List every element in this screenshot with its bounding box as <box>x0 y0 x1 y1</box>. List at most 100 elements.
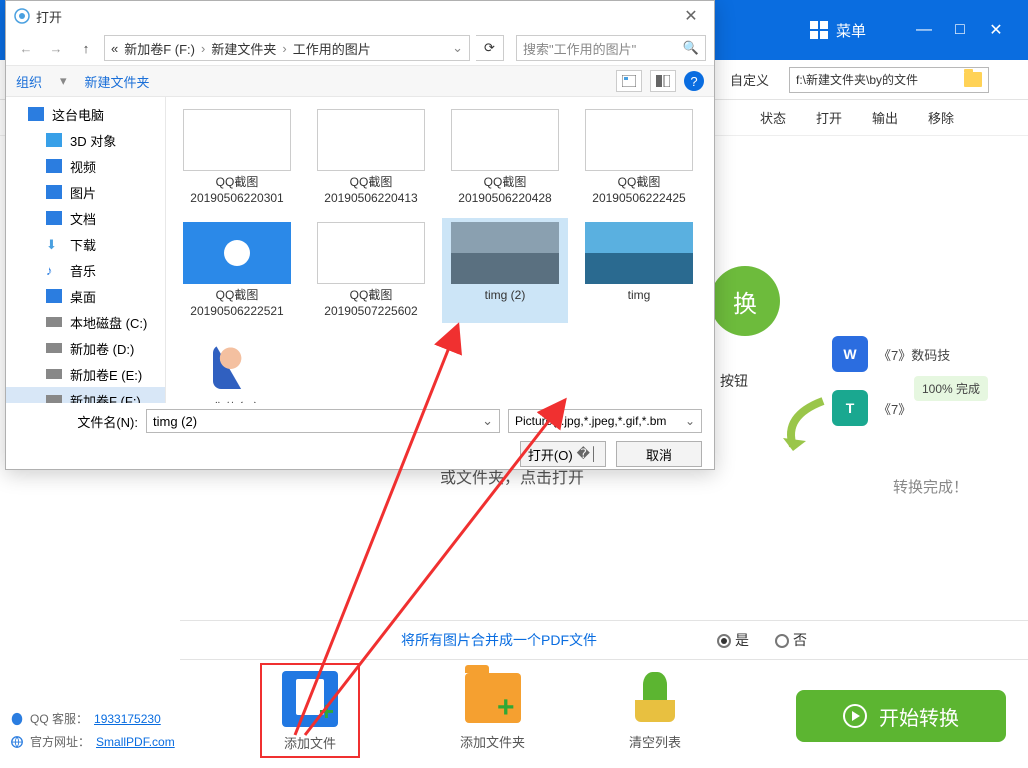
preview-pane-button[interactable] <box>650 70 676 92</box>
file-item[interactable]: QQ截图20190507225602 <box>308 218 434 323</box>
broom-icon <box>627 670 683 726</box>
tree-item[interactable]: 新加卷F (F:) <box>6 387 165 403</box>
music-icon: ♪ <box>46 263 62 277</box>
nav-up-button[interactable]: ↑ <box>74 36 98 60</box>
doc-icon <box>46 211 62 225</box>
file-label: QQ截图20190506220413 <box>310 175 432 206</box>
tree-label: 3D 对象 <box>70 131 116 150</box>
view-mode-button[interactable] <box>616 70 642 92</box>
path-value: f:\新建文件夹\by的文件 <box>796 71 918 88</box>
nav-forward-button[interactable]: → <box>44 36 68 60</box>
play-icon <box>843 704 867 728</box>
file-item[interactable]: 你的名字 <box>174 331 300 403</box>
file-thumbnail <box>317 109 425 171</box>
chevron-down-icon[interactable]: ⌄ <box>452 40 463 56</box>
start-convert-button[interactable]: 开始转换 <box>796 690 1006 742</box>
help-button[interactable]: ? <box>684 71 704 91</box>
tree-label: 音乐 <box>70 261 96 280</box>
qq-link[interactable]: 1933175230 <box>94 712 161 726</box>
close-button[interactable]: ✕ <box>978 20 1014 40</box>
radio-no[interactable]: 否 <box>775 630 807 650</box>
tree-item[interactable]: 图片 <box>6 179 165 205</box>
tree-item[interactable]: 这台电脑 <box>6 101 165 127</box>
tree-item[interactable]: 桌面 <box>6 283 165 309</box>
add-file-button[interactable]: 添加文件 <box>260 663 360 758</box>
text-icon: T <box>832 390 868 426</box>
file-item[interactable]: QQ截图20190506222425 <box>576 105 702 210</box>
crumb-seg[interactable]: 工作用的图片 <box>289 39 375 58</box>
file-thumbnail <box>451 109 559 171</box>
maximize-button[interactable]: □ <box>942 21 978 39</box>
radio-yes[interactable]: 是 <box>717 630 749 650</box>
menu-button[interactable]: 菜单 <box>810 20 866 41</box>
tree-item[interactable]: 3D 对象 <box>6 127 165 153</box>
tree-label: 这台电脑 <box>52 105 104 124</box>
tree-label: 下载 <box>70 235 96 254</box>
drive-icon <box>46 317 62 327</box>
tree-item[interactable]: ⬇下载 <box>6 231 165 257</box>
curve-arrow-icon <box>778 396 828 456</box>
file-item[interactable]: timg (2) <box>442 218 568 323</box>
search-input[interactable]: 搜索"工作用的图片" 🔍 <box>516 35 706 61</box>
nav-back-button[interactable]: ← <box>14 36 38 60</box>
tree-label: 新加卷E (E:) <box>70 365 142 384</box>
file-item[interactable]: QQ截图20190506222521 <box>174 218 300 323</box>
cancel-button[interactable]: 取消 <box>616 441 702 467</box>
file-item[interactable]: QQ截图20190506220428 <box>442 105 568 210</box>
crumb-seg[interactable]: 新加卷F (F:) <box>120 39 199 58</box>
convert-circle[interactable]: 换 <box>710 266 780 336</box>
globe-icon <box>10 735 24 749</box>
file-label: timg <box>628 288 651 304</box>
file-item[interactable]: QQ截图20190506220413 <box>308 105 434 210</box>
click-button-text: 按钮 <box>720 371 748 391</box>
header-remove: 移除 <box>928 108 954 127</box>
open-button[interactable]: 打开(O) �│ <box>520 441 606 467</box>
drive-icon <box>46 369 62 379</box>
new-folder-button[interactable]: 新建文件夹 <box>85 72 150 91</box>
dialog-titlebar: 打开 ✕ <box>6 1 714 31</box>
filename-input[interactable]: timg (2) ⌄ <box>146 409 500 433</box>
filename-label: 文件名(N): <box>18 412 138 431</box>
result-item[interactable]: W 《7》数码技 <box>832 336 1002 372</box>
done-text: 转换完成！ <box>893 476 968 497</box>
search-icon: 🔍 <box>683 40 699 56</box>
img-icon <box>46 185 62 199</box>
tree-item[interactable]: ♪ 音乐 <box>6 257 165 283</box>
tree-item[interactable]: 本地磁盘 (C:) <box>6 309 165 335</box>
chevron-right-icon: › <box>201 41 205 56</box>
tree-item[interactable]: 文档 <box>6 205 165 231</box>
add-folder-button[interactable]: 添加文件夹 <box>460 670 525 751</box>
organize-menu[interactable]: 组织 <box>16 72 42 91</box>
tree-label: 视频 <box>70 157 96 176</box>
drive-icon <box>46 395 62 403</box>
file-item[interactable]: timg <box>576 218 702 323</box>
site-link[interactable]: SmallPDF.com <box>96 735 175 749</box>
file-filter-select[interactable]: Picture(*.jpg,*.jpeg,*.gif,*.bm ⌄ <box>508 409 702 433</box>
file-label: QQ截图20190507225602 <box>310 288 432 319</box>
tree-item[interactable]: 新加卷E (E:) <box>6 361 165 387</box>
file-thumbnail <box>585 222 693 284</box>
dialog-close-button[interactable]: ✕ <box>676 6 706 26</box>
file-thumbnail <box>451 222 559 284</box>
file-thumbnail <box>183 222 291 284</box>
desk-icon <box>46 289 62 303</box>
breadcrumb[interactable]: « 新加卷F (F:)› 新建文件夹› 工作用的图片 ⌄ <box>104 35 470 61</box>
tree-item[interactable]: 视频 <box>6 153 165 179</box>
result-label: 《7》数码技 <box>878 345 950 364</box>
clear-list-button[interactable]: 清空列表 <box>625 670 685 751</box>
minimize-button[interactable]: — <box>906 21 942 39</box>
vid-icon <box>46 159 62 173</box>
crumb-prefix: « <box>111 41 118 56</box>
tree-item[interactable]: 新加卷 (D:) <box>6 335 165 361</box>
chevron-down-icon[interactable]: ⌄ <box>482 413 493 429</box>
merge-option-bar: 将所有图片合并成一个PDF文件 是 否 <box>180 620 1028 660</box>
refresh-button[interactable]: ⟳ <box>476 35 504 61</box>
add-file-label: 添加文件 <box>284 733 336 752</box>
crumb-seg[interactable]: 新建文件夹 <box>207 39 280 58</box>
output-path-input[interactable]: f:\新建文件夹\by的文件 <box>789 67 989 93</box>
filename-value: timg (2) <box>153 414 197 429</box>
word-icon: W <box>832 336 868 372</box>
file-item[interactable]: QQ截图20190506220301 <box>174 105 300 210</box>
qq-icon <box>10 712 24 726</box>
file-label: timg (2) <box>485 288 526 304</box>
